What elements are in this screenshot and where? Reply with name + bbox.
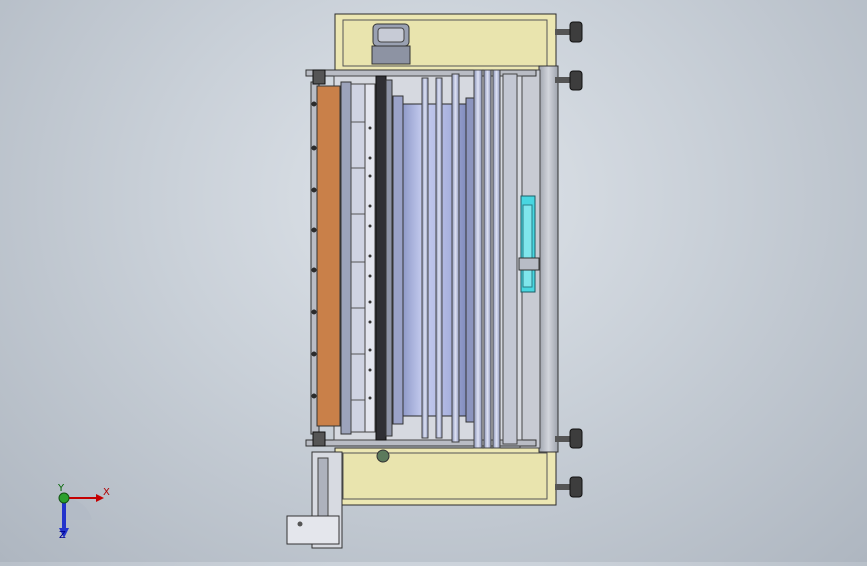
triad-y-label: Y	[58, 483, 65, 494]
dark-pressure-bar	[375, 75, 387, 441]
mounting-bracket	[286, 451, 343, 549]
top-housing	[334, 13, 557, 72]
conveyor-belt	[310, 69, 341, 447]
feed-grating	[340, 81, 376, 435]
motor	[371, 23, 411, 65]
triad-z-label: Z	[59, 530, 66, 541]
main-roller	[392, 95, 475, 425]
machine-assembly-drawing	[58, 13, 583, 549]
guide-rail	[385, 79, 393, 437]
cad-viewport[interactable]	[0, 0, 867, 562]
bottom-housing	[334, 447, 557, 506]
leveling-knobs	[555, 21, 583, 498]
triad-x-label: X	[103, 487, 110, 498]
